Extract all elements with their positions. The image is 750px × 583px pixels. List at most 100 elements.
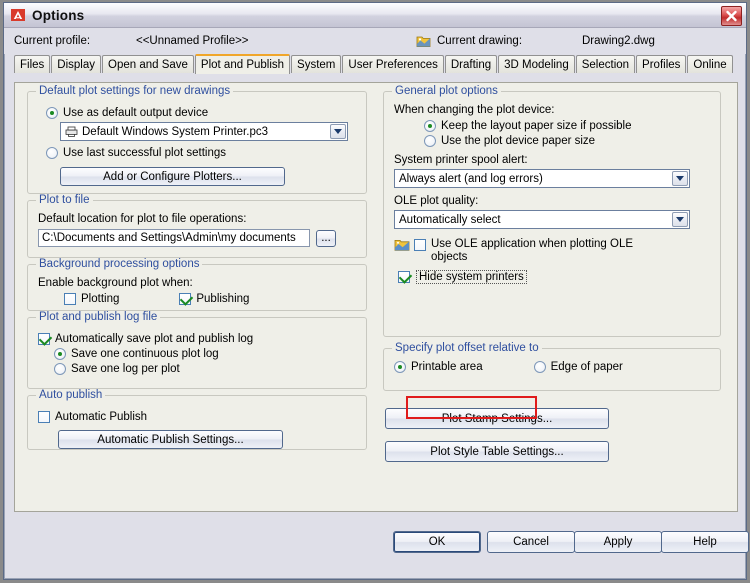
tab-user-preferences[interactable]: User Preferences — [342, 55, 444, 73]
plotting-checkbox-row[interactable]: Plotting — [64, 293, 119, 305]
close-icon[interactable] — [721, 6, 742, 26]
autocad-a-icon — [10, 7, 26, 23]
default-plot-settings-legend: Default plot settings for new drawings — [36, 85, 234, 97]
edge-of-paper-row[interactable]: Edge of paper — [533, 361, 623, 373]
publishing-checkbox-row[interactable]: Publishing — [179, 293, 249, 305]
tab-profiles[interactable]: Profiles — [636, 55, 687, 73]
publishing-checkbox[interactable] — [179, 293, 192, 305]
use-default-output-device-label: Use as default output device — [63, 107, 209, 119]
keep-layout-paper-size-radio[interactable] — [424, 120, 436, 132]
printable-area-label: Printable area — [411, 361, 483, 373]
use-device-paper-size-row[interactable]: Use the plot device paper size — [424, 135, 712, 147]
tab-3d-modeling[interactable]: 3D Modeling — [498, 55, 575, 73]
tab-display[interactable]: Display — [51, 55, 101, 73]
auto-save-log-label: Automatically save plot and publish log — [55, 333, 254, 345]
ok-button[interactable]: OK — [393, 531, 481, 553]
use-last-successful-row[interactable]: Use last successful plot settings — [46, 147, 358, 159]
options-dialog-window: Options Current profile: <<Unnamed Profi… — [3, 2, 749, 580]
plot-to-file-path-input[interactable]: C:\Documents and Settings\Admin\my docum… — [38, 229, 310, 247]
continuous-log-row[interactable]: Save one continuous plot log — [54, 348, 358, 360]
hide-system-printers-checkbox[interactable] — [398, 271, 410, 283]
use-device-paper-size-radio[interactable] — [424, 135, 436, 147]
use-device-paper-size-label: Use the plot device paper size — [441, 135, 596, 147]
use-last-successful-radio[interactable] — [46, 147, 58, 159]
profile-header: Current profile: <<Unnamed Profile>> Cur… — [4, 28, 746, 54]
tab-selection[interactable]: Selection — [575, 55, 636, 73]
auto-save-log-row[interactable]: Automatically save plot and publish log — [38, 333, 358, 345]
continuous-log-radio[interactable] — [54, 348, 66, 360]
enable-background-plot-label: Enable background plot when: — [38, 277, 193, 289]
use-ole-application-label: Use OLE application when plotting OLE — [431, 238, 634, 250]
log-per-plot-row[interactable]: Save one log per plot — [54, 363, 358, 375]
background-processing-group: Background processing options Enable bac… — [27, 258, 367, 311]
auto-publish-group: Auto publish Automatic Publish Automatic… — [27, 389, 367, 450]
printable-area-row[interactable]: Printable area — [394, 361, 483, 373]
automatic-publish-label: Automatic Publish — [55, 411, 148, 423]
plot-offset-legend: Specify plot offset relative to — [392, 342, 542, 354]
publishing-label: Publishing — [196, 293, 250, 305]
spool-alert-combo[interactable]: Always alert (and log errors) — [394, 169, 690, 188]
plot-to-file-field-label: Default location for plot to file operat… — [38, 213, 247, 225]
title-bar: Options — [4, 3, 746, 28]
default-output-device-combo[interactable]: Default Windows System Printer.pc3 — [60, 122, 348, 141]
automatic-publish-checkbox[interactable] — [38, 411, 50, 423]
use-default-output-device-radio[interactable] — [46, 107, 58, 119]
use-default-output-device-row[interactable]: Use as default output device — [46, 107, 358, 119]
add-or-configure-plotters-button[interactable]: Add or Configure Plotters... — [60, 167, 285, 186]
keep-layout-paper-size-label: Keep the layout paper size if possible — [441, 120, 632, 132]
chevron-down-icon[interactable] — [672, 171, 688, 186]
chevron-down-icon[interactable] — [672, 212, 688, 227]
use-ole-application-label-line2: objects — [431, 251, 468, 263]
tab-files[interactable]: Files — [14, 55, 51, 73]
apply-button[interactable]: Apply — [574, 531, 662, 553]
edge-of-paper-label: Edge of paper — [550, 361, 623, 373]
chevron-down-icon[interactable] — [330, 124, 346, 139]
right-column: General plot options When changing the p… — [383, 85, 721, 462]
plotting-label: Plotting — [81, 293, 120, 305]
hide-system-printers-row[interactable]: Hide system printers — [398, 270, 712, 284]
automatic-publish-row[interactable]: Automatic Publish — [38, 411, 358, 423]
window-title: Options — [32, 7, 85, 23]
default-output-device-value: Default Windows System Printer.pc3 — [82, 125, 268, 138]
plot-and-publish-panel: Default plot settings for new drawings U… — [14, 82, 738, 512]
current-drawing-value: Drawing2.dwg — [582, 35, 655, 47]
current-profile-value: <<Unnamed Profile>> — [136, 35, 249, 47]
automatic-publish-settings-button[interactable]: Automatic Publish Settings... — [58, 430, 283, 449]
edge-of-paper-radio[interactable] — [533, 361, 546, 373]
tab-plot-and-publish[interactable]: Plot and Publish — [194, 54, 291, 74]
help-button[interactable]: Help — [661, 531, 749, 553]
plot-and-publish-log-group: Plot and publish log file Automatically … — [27, 311, 367, 389]
plot-style-table-settings-button[interactable]: Plot Style Table Settings... — [385, 441, 609, 462]
current-drawing-label: Current drawing: — [437, 35, 523, 47]
plotting-checkbox[interactable] — [64, 293, 76, 305]
ole-plot-quality-label: OLE plot quality: — [394, 195, 479, 207]
log-per-plot-radio[interactable] — [54, 363, 66, 375]
tab-online[interactable]: Online — [687, 55, 733, 73]
spool-alert-value: Always alert (and log errors) — [399, 172, 543, 185]
ole-plot-quality-combo[interactable]: Automatically select — [394, 210, 690, 229]
tab-open-and-save[interactable]: Open and Save — [102, 55, 194, 73]
log-per-plot-label: Save one log per plot — [71, 363, 180, 375]
tab-drafting[interactable]: Drafting — [444, 55, 498, 73]
plot-to-file-group: Plot to file Default location for plot t… — [27, 194, 367, 258]
ellipsis-browse-icon[interactable]: ... — [316, 229, 336, 247]
when-changing-plot-device-label: When changing the plot device: — [394, 104, 555, 116]
plot-to-file-legend: Plot to file — [36, 194, 93, 206]
left-column: Default plot settings for new drawings U… — [27, 85, 367, 456]
ole-plot-quality-value: Automatically select — [399, 213, 501, 226]
auto-save-log-checkbox[interactable] — [38, 333, 50, 345]
keep-layout-paper-size-row[interactable]: Keep the layout paper size if possible — [424, 120, 712, 132]
tab-system[interactable]: System — [291, 55, 342, 73]
tab-bar: Files Display Open and Save Plot and Pub… — [14, 54, 736, 74]
drawing-file-icon — [416, 34, 431, 48]
printable-area-radio[interactable] — [394, 361, 406, 373]
plotter-icon — [65, 126, 78, 137]
background-processing-legend: Background processing options — [36, 258, 203, 270]
plot-stamp-settings-button[interactable]: Plot Stamp Settings... — [385, 408, 609, 429]
hide-system-printers-label: Hide system printers — [416, 270, 527, 284]
current-profile-label: Current profile: — [14, 35, 91, 47]
default-plot-settings-group: Default plot settings for new drawings U… — [27, 85, 367, 194]
use-ole-application-checkbox[interactable] — [414, 239, 426, 251]
log-file-legend: Plot and publish log file — [36, 311, 161, 323]
cancel-button[interactable]: Cancel — [487, 531, 575, 553]
